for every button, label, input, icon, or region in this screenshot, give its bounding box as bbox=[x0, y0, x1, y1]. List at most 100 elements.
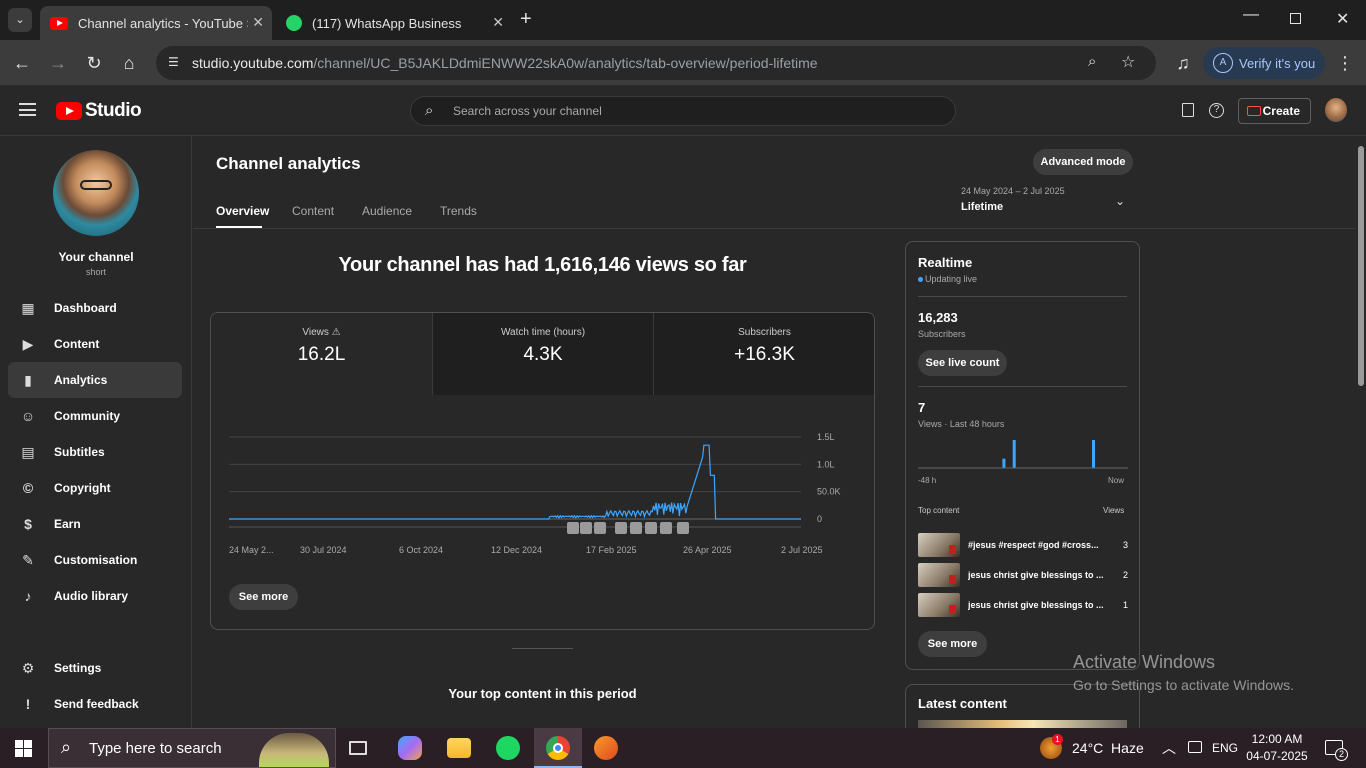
realtime-title: Realtime bbox=[918, 255, 973, 270]
show-hidden-icons-icon[interactable]: ︿ bbox=[1162, 738, 1176, 758]
channel-search-input[interactable]: ⌕ Search across your channel bbox=[410, 96, 956, 126]
reload-icon[interactable]: ↻ bbox=[83, 52, 105, 74]
language-indicator[interactable]: ENG bbox=[1212, 741, 1238, 755]
sidebar-item-content[interactable]: ▶ Content bbox=[8, 326, 182, 362]
task-view-icon[interactable] bbox=[349, 741, 367, 755]
video-marker[interactable] bbox=[660, 522, 672, 534]
bookmark-star-icon[interactable]: ☆ bbox=[1121, 52, 1135, 72]
help-icon[interactable]: ? bbox=[1209, 103, 1224, 118]
zoom-icon[interactable]: ⌕ bbox=[1088, 53, 1096, 70]
site-info-icon[interactable]: ☰ bbox=[168, 55, 179, 69]
home-icon[interactable]: ⌂ bbox=[118, 52, 140, 74]
spotify-icon[interactable] bbox=[496, 736, 520, 760]
sidebar-item-analytics[interactable]: ▮ Analytics bbox=[8, 362, 182, 398]
advanced-mode-button[interactable]: Advanced mode bbox=[1033, 149, 1133, 175]
page-scrollbar[interactable] bbox=[1356, 136, 1366, 728]
tab-audience[interactable]: Audience bbox=[362, 204, 412, 218]
video-marker[interactable] bbox=[594, 522, 606, 534]
video-marker[interactable] bbox=[677, 522, 689, 534]
sidebar-item-customisation[interactable]: ✎ Customisation bbox=[8, 542, 182, 578]
close-tab-icon[interactable]: ✕ bbox=[252, 14, 264, 31]
realtime-views-bar-chart[interactable] bbox=[918, 434, 1128, 470]
media-control-icon[interactable]: ♫ bbox=[1172, 52, 1194, 74]
views-line-chart[interactable]: 1.5L 1.0L 50.0K 0 24 May 2... 30 Jul 2024 6 O… bbox=[211, 403, 874, 573]
windows-start-icon[interactable] bbox=[15, 740, 32, 757]
clock-date[interactable]: 04-07-2025 bbox=[1246, 749, 1308, 763]
address-bar[interactable]: ☰ studio.youtube.com/channel/UC_B5JAKLDd… bbox=[156, 46, 1156, 80]
realtime-bar[interactable] bbox=[1092, 440, 1095, 468]
file-explorer-icon[interactable] bbox=[447, 738, 471, 758]
period-selector[interactable]: 24 May 2024 – 2 Jul 2025 Lifetime ⌄ bbox=[961, 186, 1133, 220]
metric-label: Watch time (hours) bbox=[500, 327, 586, 338]
back-icon[interactable]: ← bbox=[11, 52, 33, 74]
tabs-divider bbox=[193, 228, 1356, 229]
chrome-taskbar-button[interactable] bbox=[534, 728, 582, 768]
realtime-views-count: 7 bbox=[918, 400, 926, 415]
video-marker[interactable] bbox=[645, 522, 657, 534]
url-path: /channel/UC_B5JAKLDdmiENWW22skA0w/analyt… bbox=[313, 55, 818, 71]
close-tab-icon[interactable]: ✕ bbox=[492, 14, 504, 31]
scrollbar-thumb[interactable] bbox=[1358, 146, 1364, 386]
video-marker[interactable] bbox=[615, 522, 627, 534]
sidebar-item-copyright[interactable]: © Copyright bbox=[8, 470, 182, 506]
hamburger-menu-icon[interactable] bbox=[19, 103, 36, 116]
realtime-see-more-button[interactable]: See more bbox=[918, 631, 987, 657]
sidebar-item-earn[interactable]: $ Earn bbox=[8, 506, 182, 542]
network-icon[interactable] bbox=[1188, 741, 1202, 753]
see-more-button[interactable]: See more bbox=[229, 584, 298, 610]
top-content-row[interactable]: jesus christ give blessings to ... 2 bbox=[918, 562, 1128, 588]
weather-text[interactable]: 24°C Haze bbox=[1072, 740, 1144, 756]
sidebar-item-community[interactable]: ☺ Community bbox=[8, 398, 182, 434]
page-title: Channel analytics bbox=[216, 154, 361, 173]
metric-views[interactable]: Views ⚠ 16.2L bbox=[211, 313, 432, 395]
copilot-icon[interactable] bbox=[398, 736, 422, 760]
see-live-count-button[interactable]: See live count bbox=[918, 350, 1007, 376]
create-button[interactable]: Create bbox=[1238, 98, 1311, 124]
tab-trends[interactable]: Trends bbox=[440, 204, 477, 218]
tab-whatsapp[interactable]: (117) WhatsApp Business ✕ bbox=[276, 6, 512, 40]
sidebar-item-audio-library[interactable]: ♪ Audio library bbox=[8, 578, 182, 614]
sidebar-item-label: Analytics bbox=[54, 373, 108, 387]
tab-channel-analytics[interactable]: Channel analytics - YouTube Stu ✕ bbox=[40, 6, 272, 40]
metric-subscribers[interactable]: Subscribers +16.3K bbox=[653, 313, 874, 395]
tab-content[interactable]: Content bbox=[292, 204, 334, 218]
window-close-icon[interactable]: ✕ bbox=[1336, 9, 1349, 29]
browser-menu-icon[interactable]: ⋮ bbox=[1334, 52, 1356, 74]
video-marker[interactable] bbox=[630, 522, 642, 534]
video-title: #jesus #respect #god #cross... bbox=[968, 540, 1099, 550]
new-tab-button[interactable]: + bbox=[520, 8, 532, 31]
video-marker[interactable] bbox=[567, 522, 579, 534]
studio-logo[interactable]: Studio bbox=[56, 100, 142, 122]
top-content-row[interactable]: jesus christ give blessings to ... 1 bbox=[918, 592, 1128, 618]
youtube-favicon-icon bbox=[50, 16, 68, 30]
account-avatar[interactable] bbox=[1325, 98, 1347, 122]
taskbar-search-input[interactable]: ⌕ Type here to search bbox=[48, 728, 336, 768]
forward-icon[interactable]: → bbox=[47, 52, 69, 74]
realtime-bar[interactable] bbox=[1012, 440, 1016, 468]
sidebar-item-subtitles[interactable]: ▤ Subtitles bbox=[8, 434, 182, 470]
verify-profile-button[interactable]: A Verify it's you bbox=[1203, 47, 1325, 79]
top-content-row[interactable]: #jesus #respect #god #cross... 3 bbox=[918, 532, 1128, 558]
restore-icon[interactable] bbox=[1290, 13, 1301, 24]
sidebar-item-send-feedback[interactable]: ! Send feedback bbox=[8, 686, 182, 722]
sidebar-item-dashboard[interactable]: ▦ Dashboard bbox=[8, 290, 182, 326]
minimize-icon[interactable]: — bbox=[1243, 6, 1259, 24]
sidebar-item-settings[interactable]: ⚙ Settings bbox=[8, 650, 182, 686]
feedback-icon[interactable] bbox=[1182, 103, 1194, 117]
tab-search-button[interactable]: ⌄ bbox=[8, 8, 32, 32]
tab-overview[interactable]: Overview bbox=[216, 204, 269, 228]
activate-windows-subtitle: Go to Settings to activate Windows. bbox=[1073, 677, 1294, 693]
video-marker[interactable] bbox=[580, 522, 592, 534]
realtime-bar[interactable] bbox=[1002, 458, 1006, 468]
sidebar-item-label: Subtitles bbox=[54, 445, 105, 459]
x-tick-label: 12 Dec 2024 bbox=[491, 545, 542, 555]
fl-studio-icon[interactable] bbox=[594, 736, 618, 760]
video-thumbnail bbox=[918, 563, 960, 587]
channel-avatar[interactable] bbox=[53, 150, 139, 236]
latest-content-thumbnail[interactable] bbox=[918, 720, 1127, 728]
metric-watch-time[interactable]: Watch time (hours) 4.3K bbox=[432, 313, 653, 395]
video-views: 1 bbox=[1122, 600, 1128, 610]
metric-value: 4.3K bbox=[523, 344, 563, 365]
video-title: jesus christ give blessings to ... bbox=[968, 600, 1104, 610]
clock-time[interactable]: 12:00 AM bbox=[1246, 732, 1308, 746]
